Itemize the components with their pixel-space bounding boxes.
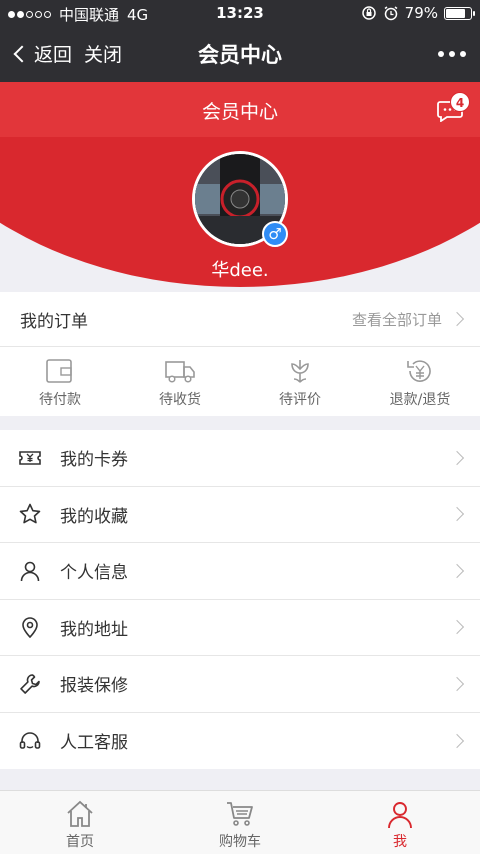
order-status-pending-review[interactable]: 待评价 (240, 347, 360, 416)
headset-icon (19, 732, 41, 749)
battery-icon (444, 6, 475, 20)
menu-item-label: 个人信息 (60, 563, 128, 584)
menu-item-label: 人工客服 (60, 733, 128, 754)
wallet-icon (46, 359, 72, 383)
menu-item-favorites[interactable]: 我的收藏 (0, 487, 480, 543)
menu-item-repair[interactable]: 报装保修 (0, 656, 480, 713)
tab-label: 首页 (66, 834, 94, 850)
page-title: 会员中心 (201, 101, 278, 123)
tab-label: 购物车 (219, 834, 261, 850)
menu-item-label: 我的收藏 (60, 506, 128, 527)
orders-header: 我的订单 查看全部订单 (0, 292, 480, 347)
order-status-label: 待收货 (159, 392, 201, 408)
menu-item-label: 报装保修 (60, 676, 128, 697)
order-status-label: 待评价 (279, 392, 321, 408)
location-icon (22, 617, 38, 639)
battery-percent: 79% (404, 4, 438, 22)
tab-label: 我 (393, 834, 407, 850)
menu-item-label: 我的地址 (60, 619, 128, 640)
cart-icon (227, 802, 253, 826)
home-icon (67, 800, 93, 827)
chevron-left-icon (13, 45, 31, 62)
person-icon (20, 561, 40, 581)
profile-header: 会员中心 4 ♂ 华dee. (0, 82, 480, 302)
menu-item-address[interactable]: 我的地址 (0, 600, 480, 656)
tab-bar: 首页 购物车 我 (0, 790, 480, 854)
gender-male-icon: ♂ (262, 221, 288, 247)
chevron-right-icon (449, 733, 465, 748)
view-all-orders-label: 查看全部订单 (351, 310, 442, 329)
menu-item-coupons[interactable]: 我的卡券 (0, 430, 480, 487)
chevron-right-icon (449, 450, 465, 465)
orders-title: 我的订单 (20, 311, 88, 332)
chevron-right-icon (449, 620, 465, 635)
view-all-orders-link[interactable]: 查看全部订单 (351, 309, 465, 330)
order-status-label: 待付款 (39, 392, 81, 408)
star-icon (19, 503, 41, 524)
wrench-icon (20, 673, 40, 694)
message-count-badge: 4 (450, 92, 470, 112)
coupon-icon (19, 450, 41, 465)
messages-button[interactable]: 4 (436, 92, 470, 123)
tab-cart[interactable]: 购物车 (160, 791, 320, 854)
battery-fill (446, 8, 465, 18)
status-bar: 中国联通 4G 13:23 79% (0, 0, 480, 27)
flower-icon (291, 360, 309, 383)
username: 华dee. (211, 260, 269, 281)
rotation-lock-icon (361, 6, 376, 20)
refund-icon (407, 360, 431, 382)
user-icon (388, 802, 412, 829)
more-menu-button[interactable] (438, 51, 466, 57)
menu-item-profile[interactable]: 个人信息 (0, 543, 480, 600)
more-dot-icon (438, 51, 444, 57)
alarm-icon (384, 6, 398, 21)
chevron-right-icon (449, 563, 465, 578)
order-status-row: 待付款 待收货 待评价 退款/退货 (0, 347, 480, 416)
chevron-right-icon (449, 676, 465, 691)
more-dot-icon (449, 51, 455, 57)
close-button[interactable]: 关闭 (84, 40, 122, 67)
back-button[interactable]: 返回 (12, 40, 72, 67)
orders-section: 我的订单 查看全部订单 待付款 待收货 待评价 退款/退货 (0, 292, 480, 416)
order-status-pending-payment[interactable]: 待付款 (0, 347, 120, 416)
menu-item-customer-service[interactable]: 人工客服 (0, 713, 480, 770)
more-dot-icon (460, 51, 466, 57)
back-label: 返回 (34, 44, 73, 66)
menu-list: 我的卡券 我的收藏 个人信息 我的地址 报装保修 人工客服 (0, 430, 480, 769)
nav-bar: 返回 关闭 会员中心 (0, 27, 480, 82)
chevron-right-icon (449, 311, 465, 327)
order-status-pending-receipt[interactable]: 待收货 (120, 347, 240, 416)
truck-icon (165, 361, 195, 383)
chevron-right-icon (449, 507, 465, 522)
menu-item-label: 我的卡券 (60, 450, 128, 471)
status-right: 79% (361, 4, 475, 22)
tab-me[interactable]: 我 (320, 791, 480, 854)
order-status-refund[interactable]: 退款/退货 (360, 347, 480, 416)
tab-home[interactable]: 首页 (0, 791, 160, 854)
order-status-label: 退款/退货 (389, 392, 451, 408)
